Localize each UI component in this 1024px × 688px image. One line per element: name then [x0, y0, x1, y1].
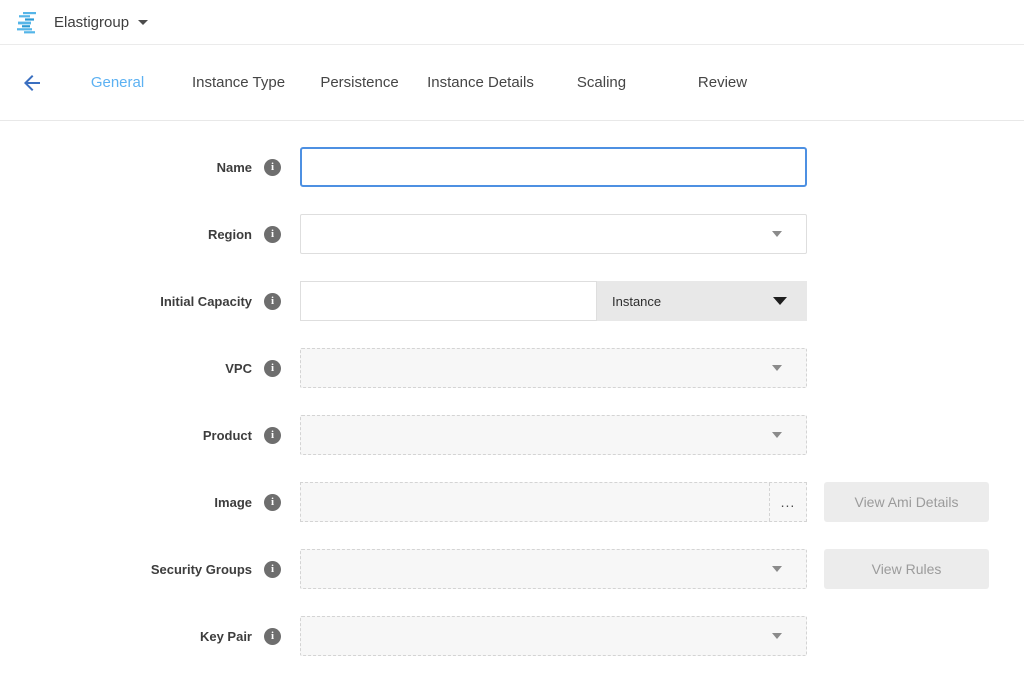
browse-image-button: ...: [769, 483, 806, 521]
image-label: Image: [0, 495, 252, 510]
app-switcher[interactable]: Elastigroup: [16, 11, 148, 34]
info-icon[interactable]: i: [264, 494, 281, 511]
tab-scaling[interactable]: Scaling: [541, 74, 662, 91]
tab-general[interactable]: General: [57, 74, 178, 91]
form-row-key-pair: Key Pair i: [0, 616, 1024, 656]
wizard-tabs: General Instance Type Persistence Instan…: [57, 74, 783, 91]
chevron-down-icon: [772, 231, 782, 237]
capacity-unit-value: Instance: [612, 294, 661, 309]
tab-persistence[interactable]: Persistence: [299, 74, 420, 91]
back-arrow-icon[interactable]: [20, 71, 44, 95]
security-groups-dropdown: [300, 549, 807, 589]
key-pair-dropdown: [300, 616, 807, 656]
initial-capacity-input[interactable]: [300, 281, 597, 321]
general-form: Name i Region i Initial Capacity i Insta…: [0, 121, 1024, 656]
app-name: Elastigroup: [54, 14, 129, 31]
elastigroup-logo-icon: [16, 11, 42, 34]
region-dropdown[interactable]: [300, 214, 807, 254]
tab-review[interactable]: Review: [662, 74, 783, 91]
chevron-down-icon: [138, 20, 148, 25]
form-row-security-groups: Security Groups i View Rules: [0, 549, 1024, 589]
tab-instance-type[interactable]: Instance Type: [178, 74, 299, 91]
info-icon[interactable]: i: [264, 628, 281, 645]
form-row-region: Region i: [0, 214, 1024, 254]
initial-capacity-label: Initial Capacity: [0, 294, 252, 309]
chevron-down-icon: [772, 432, 782, 438]
name-input[interactable]: [300, 147, 807, 187]
chevron-down-icon: [772, 566, 782, 572]
info-icon[interactable]: i: [264, 360, 281, 377]
vpc-dropdown: [300, 348, 807, 388]
tab-instance-details[interactable]: Instance Details: [420, 74, 541, 91]
info-icon[interactable]: i: [264, 427, 281, 444]
form-row-vpc: VPC i: [0, 348, 1024, 388]
vpc-label: VPC: [0, 361, 252, 376]
chevron-down-icon: [773, 297, 787, 305]
wizard-tab-bar: General Instance Type Persistence Instan…: [0, 45, 1024, 121]
security-groups-label: Security Groups: [0, 562, 252, 577]
key-pair-label: Key Pair: [0, 629, 252, 644]
view-ami-details-button: View Ami Details: [824, 482, 989, 522]
info-icon[interactable]: i: [264, 561, 281, 578]
name-label: Name: [0, 160, 252, 175]
product-label: Product: [0, 428, 252, 443]
form-row-product: Product i: [0, 415, 1024, 455]
image-input: ...: [300, 482, 807, 522]
top-bar: Elastigroup: [0, 0, 1024, 45]
info-icon[interactable]: i: [264, 293, 281, 310]
form-row-image: Image i ... View Ami Details: [0, 482, 1024, 522]
chevron-down-icon: [772, 633, 782, 639]
chevron-down-icon: [772, 365, 782, 371]
view-rules-button: View Rules: [824, 549, 989, 589]
form-row-initial-capacity: Initial Capacity i Instance: [0, 281, 1024, 321]
info-icon[interactable]: i: [264, 159, 281, 176]
form-row-name: Name i: [0, 147, 1024, 187]
capacity-unit-dropdown[interactable]: Instance: [597, 281, 807, 321]
info-icon[interactable]: i: [264, 226, 281, 243]
region-label: Region: [0, 227, 252, 242]
product-dropdown: [300, 415, 807, 455]
